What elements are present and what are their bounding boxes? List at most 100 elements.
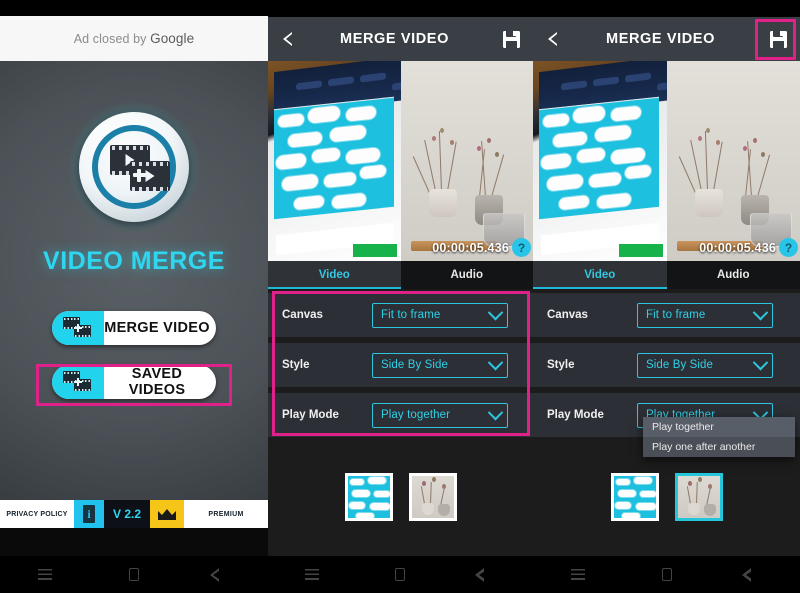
setting-row-play-mode: Play Mode Play together bbox=[268, 393, 533, 437]
back-icon[interactable] bbox=[734, 556, 778, 593]
logo-ring bbox=[92, 125, 176, 209]
android-navbar-middle bbox=[268, 556, 533, 593]
app-version-label: V 2.2 bbox=[112, 507, 142, 521]
help-button[interactable]: ? bbox=[512, 238, 531, 257]
ad-banner-brand: Google bbox=[150, 31, 195, 46]
play-mode-dropdown[interactable]: Play together Play one after another bbox=[643, 417, 795, 457]
clip-thumbnails-right bbox=[533, 466, 800, 528]
save-icon bbox=[769, 30, 787, 48]
style-select[interactable]: Side By Side bbox=[372, 352, 508, 378]
ad-banner[interactable]: Ad closed by Google bbox=[0, 16, 268, 61]
recents-icon[interactable] bbox=[556, 556, 600, 593]
home-bottom-bar: PRIVACY POLICY i V 2.2 PREMIUM bbox=[0, 500, 268, 528]
editor-tabs-middle: Video Audio bbox=[268, 261, 533, 289]
save-button[interactable] bbox=[756, 17, 800, 61]
merge-video-editor-dropdown-screen: MERGE VIDEO 00:00:05.436 ? Video Audio C… bbox=[533, 0, 800, 556]
screenshot-root: Ad closed by Google VIDEO MERGE MERGE VI… bbox=[0, 0, 800, 593]
dropdown-option-play-together[interactable]: Play together bbox=[643, 417, 795, 437]
back-icon[interactable] bbox=[467, 556, 511, 593]
film-merge-icon bbox=[52, 365, 104, 399]
plus-icon bbox=[131, 167, 147, 183]
film-merge-icon bbox=[52, 311, 104, 345]
canvas-label: Canvas bbox=[282, 309, 323, 321]
editor-body-middle: MERGE VIDEO 00:00:05.436 ? Video Audio C… bbox=[268, 0, 533, 556]
play-mode-label: Play Mode bbox=[282, 409, 339, 421]
dropdown-option-play-one-after-another[interactable]: Play one after another bbox=[643, 437, 795, 457]
saved-videos-label: SAVED VIDEOS bbox=[128, 366, 186, 398]
setting-row-style: Style Side By Side bbox=[268, 343, 533, 387]
merge-video-button[interactable]: MERGE VIDEO bbox=[52, 311, 216, 345]
tab-audio[interactable]: Audio bbox=[666, 261, 800, 289]
style-select[interactable]: Side By Side bbox=[637, 352, 773, 378]
recents-icon[interactable] bbox=[23, 556, 67, 593]
logo-disc bbox=[79, 112, 189, 222]
editor-tabs-right: Video Audio bbox=[533, 261, 800, 289]
save-button[interactable] bbox=[489, 17, 533, 61]
status-bar-middle bbox=[268, 0, 533, 17]
chevron-down-icon bbox=[483, 410, 507, 421]
play-mode-select[interactable]: Play together bbox=[372, 402, 508, 428]
app-logo bbox=[67, 100, 201, 234]
video-preview-right[interactable]: 00:00:05.436 ? bbox=[533, 61, 800, 261]
app-home-screen: Ad closed by Google VIDEO MERGE MERGE VI… bbox=[0, 0, 268, 556]
clouds-thumbnail[interactable] bbox=[610, 473, 659, 521]
setting-row-canvas: Canvas Fit to frame bbox=[268, 293, 533, 337]
help-button[interactable]: ? bbox=[779, 238, 798, 257]
style-value: Side By Side bbox=[646, 359, 714, 371]
clouds-thumbnail[interactable] bbox=[344, 473, 393, 521]
merge-video-label: MERGE VIDEO bbox=[104, 320, 210, 336]
preview-clip-right: 00:00:05.436 ? bbox=[666, 61, 800, 261]
setting-row-style: Style Side By Side bbox=[533, 343, 800, 387]
chevron-down-icon bbox=[748, 310, 772, 321]
preview-clip-left bbox=[268, 61, 401, 261]
home-icon[interactable] bbox=[112, 556, 156, 593]
ad-banner-text: Ad closed by Google bbox=[74, 31, 194, 46]
play-mode-value: Play together bbox=[381, 409, 451, 421]
crown-icon[interactable] bbox=[150, 500, 184, 528]
info-icon[interactable]: i bbox=[74, 500, 104, 528]
tab-video[interactable]: Video bbox=[533, 261, 667, 289]
setting-row-canvas: Canvas Fit to frame bbox=[533, 293, 800, 337]
merge-video-editor-screen: MERGE VIDEO 00:00:05.436 ? Video Audio C… bbox=[268, 0, 533, 556]
editor-title: MERGE VIDEO bbox=[340, 31, 449, 47]
editor-header-middle: MERGE VIDEO bbox=[268, 17, 533, 61]
android-navbar-right bbox=[533, 556, 800, 593]
settings-group-right: Canvas Fit to frame Style Side By Side P… bbox=[533, 289, 800, 457]
video-preview-middle[interactable]: 00:00:05.436 ? bbox=[268, 61, 533, 261]
tab-audio[interactable]: Audio bbox=[400, 261, 533, 289]
flowers-thumbnail[interactable] bbox=[408, 473, 457, 521]
flowers-thumbnail[interactable] bbox=[674, 473, 723, 521]
back-icon[interactable] bbox=[201, 556, 245, 593]
editor-body-right: MERGE VIDEO 00:00:05.436 ? Video Audio C… bbox=[533, 0, 800, 556]
style-label: Style bbox=[282, 359, 310, 371]
chevron-down-icon bbox=[483, 360, 507, 371]
preview-clip-left bbox=[533, 61, 667, 261]
privacy-policy-button[interactable]: PRIVACY POLICY bbox=[0, 500, 74, 528]
android-navbar-left bbox=[0, 556, 268, 593]
preview-clip-right: 00:00:05.436 ? bbox=[400, 61, 533, 261]
chevron-down-icon bbox=[483, 310, 507, 321]
premium-button[interactable]: PREMIUM bbox=[184, 500, 268, 528]
canvas-select[interactable]: Fit to frame bbox=[637, 302, 773, 328]
style-label: Style bbox=[547, 359, 575, 371]
status-bar-right bbox=[533, 0, 800, 17]
play-mode-label: Play Mode bbox=[547, 409, 604, 421]
canvas-value: Fit to frame bbox=[646, 309, 706, 321]
settings-group-middle: Canvas Fit to frame Style Side By Side P… bbox=[268, 289, 533, 441]
canvas-label: Canvas bbox=[547, 309, 588, 321]
saved-videos-button[interactable]: SAVED VIDEOS bbox=[52, 365, 216, 399]
home-icon[interactable] bbox=[645, 556, 689, 593]
home-background: VIDEO MERGE MERGE VIDEO SAVED VIDEOS PRI… bbox=[0, 61, 268, 528]
style-value: Side By Side bbox=[381, 359, 449, 371]
preview-timestamp: 00:00:05.436 bbox=[699, 241, 776, 255]
canvas-value: Fit to frame bbox=[381, 309, 441, 321]
page-title: VIDEO MERGE bbox=[43, 247, 225, 275]
canvas-select[interactable]: Fit to frame bbox=[372, 302, 508, 328]
editor-title: MERGE VIDEO bbox=[606, 31, 715, 47]
status-bar-left bbox=[0, 0, 268, 16]
home-icon[interactable] bbox=[378, 556, 422, 593]
save-icon bbox=[502, 30, 520, 48]
recents-icon[interactable] bbox=[290, 556, 334, 593]
chevron-left-icon bbox=[282, 32, 293, 46]
tab-video[interactable]: Video bbox=[268, 261, 401, 289]
